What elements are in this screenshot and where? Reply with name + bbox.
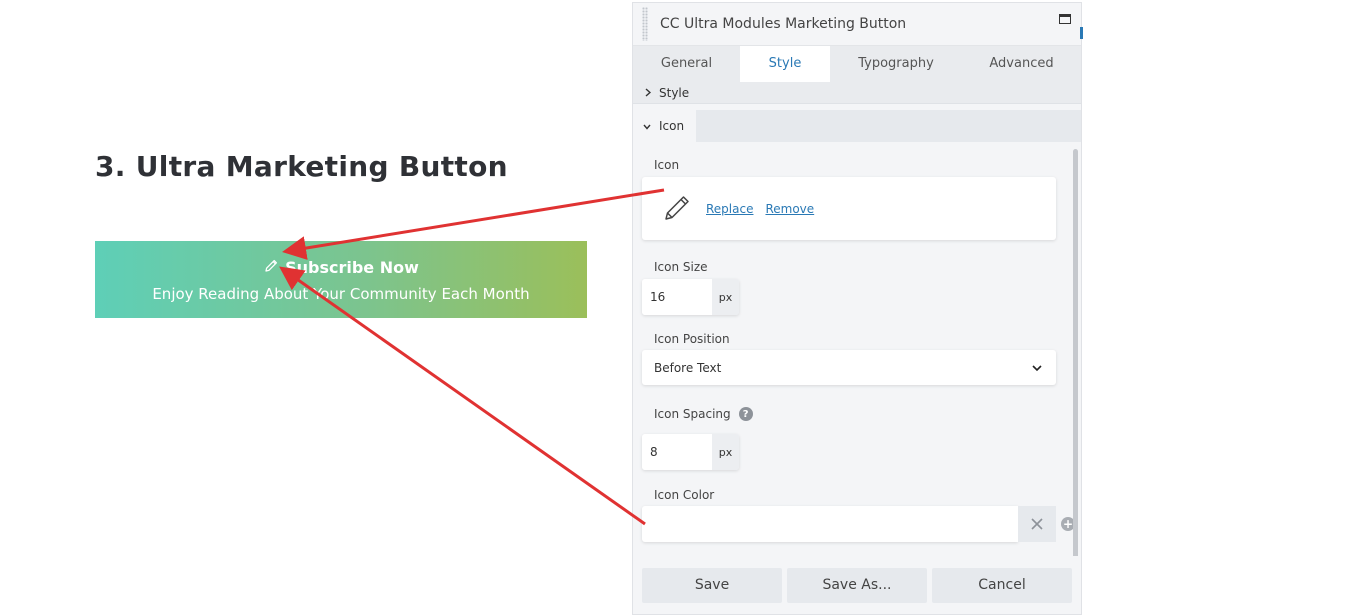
- breadcrumb-label: Style: [659, 85, 690, 100]
- tab-advanced[interactable]: Advanced: [962, 46, 1081, 82]
- section-bar: Icon: [633, 110, 1081, 142]
- page-heading: 3. Ultra Marketing Button: [95, 150, 508, 183]
- tab-style[interactable]: Style: [740, 46, 830, 82]
- help-icon[interactable]: ?: [738, 407, 753, 421]
- icon-size-unit: px: [712, 279, 739, 315]
- icon-color-input[interactable]: [642, 506, 1018, 542]
- icon-spacing-field: px: [642, 434, 739, 470]
- icon-label: Icon: [654, 158, 680, 172]
- tab-general[interactable]: General: [633, 46, 740, 82]
- cancel-button[interactable]: Cancel: [932, 567, 1072, 603]
- save-button[interactable]: Save: [642, 567, 782, 603]
- icon-color-label: Icon Color: [654, 488, 715, 502]
- chevron-down-icon: [643, 119, 651, 133]
- pencil-icon: [662, 191, 694, 227]
- marketing-button[interactable]: Subscribe Now Enjoy Reading About Your C…: [95, 241, 587, 318]
- icon-size-input[interactable]: [642, 279, 712, 315]
- panel-scrollbar[interactable]: [1073, 149, 1078, 559]
- icon-size-label: Icon Size: [654, 260, 708, 274]
- marketing-button-title-row: Subscribe Now: [263, 257, 419, 279]
- icon-spacing-label: Icon Spacing: [654, 407, 731, 421]
- panel-title: CC Ultra Modules Marketing Button: [660, 16, 907, 32]
- chevron-down-icon: [1032, 361, 1042, 375]
- panel-body: Icon Replace Remove Icon Size px Icon Po…: [633, 142, 1081, 542]
- settings-panel: CC Ultra Modules Marketing Button Genera…: [632, 2, 1082, 615]
- accent-edge: [1080, 27, 1083, 39]
- icon-size-field: px: [642, 279, 739, 315]
- icon-position-value: Before Text: [654, 360, 722, 375]
- tab-typography[interactable]: Typography: [830, 46, 962, 82]
- replace-link[interactable]: Replace: [706, 202, 753, 216]
- pencil-icon: [263, 258, 279, 278]
- breadcrumb[interactable]: Style: [633, 82, 1081, 104]
- section-tab-icon[interactable]: Icon: [633, 110, 696, 142]
- panel-tabs: General Style Typography Advanced: [633, 46, 1081, 82]
- panel-footer: Save Save As... Cancel: [633, 556, 1081, 614]
- marketing-button-subtitle: Enjoy Reading About Your Community Each …: [152, 284, 530, 303]
- remove-link[interactable]: Remove: [765, 202, 814, 216]
- chevron-right-icon: [645, 86, 652, 100]
- icon-position-label: Icon Position: [654, 332, 730, 346]
- panel-header[interactable]: CC Ultra Modules Marketing Button: [633, 3, 1081, 46]
- icon-position-select[interactable]: Before Text: [642, 350, 1056, 385]
- icon-spacing-label-row: Icon Spacing ?: [654, 407, 753, 421]
- section-label: Icon: [659, 119, 685, 133]
- save-as-button[interactable]: Save As...: [787, 567, 927, 603]
- drag-handle-icon[interactable]: [642, 7, 648, 41]
- icon-spacing-unit: px: [712, 434, 739, 470]
- marketing-button-title: Subscribe Now: [285, 258, 419, 277]
- icon-spacing-input[interactable]: [642, 434, 712, 470]
- close-icon: [1031, 515, 1043, 534]
- window-toggle-icon[interactable]: [1059, 14, 1071, 24]
- clear-color-button[interactable]: [1018, 506, 1056, 542]
- icon-picker: Replace Remove: [642, 177, 1056, 240]
- screen: 3. Ultra Marketing Button Subscribe Now …: [0, 0, 1349, 615]
